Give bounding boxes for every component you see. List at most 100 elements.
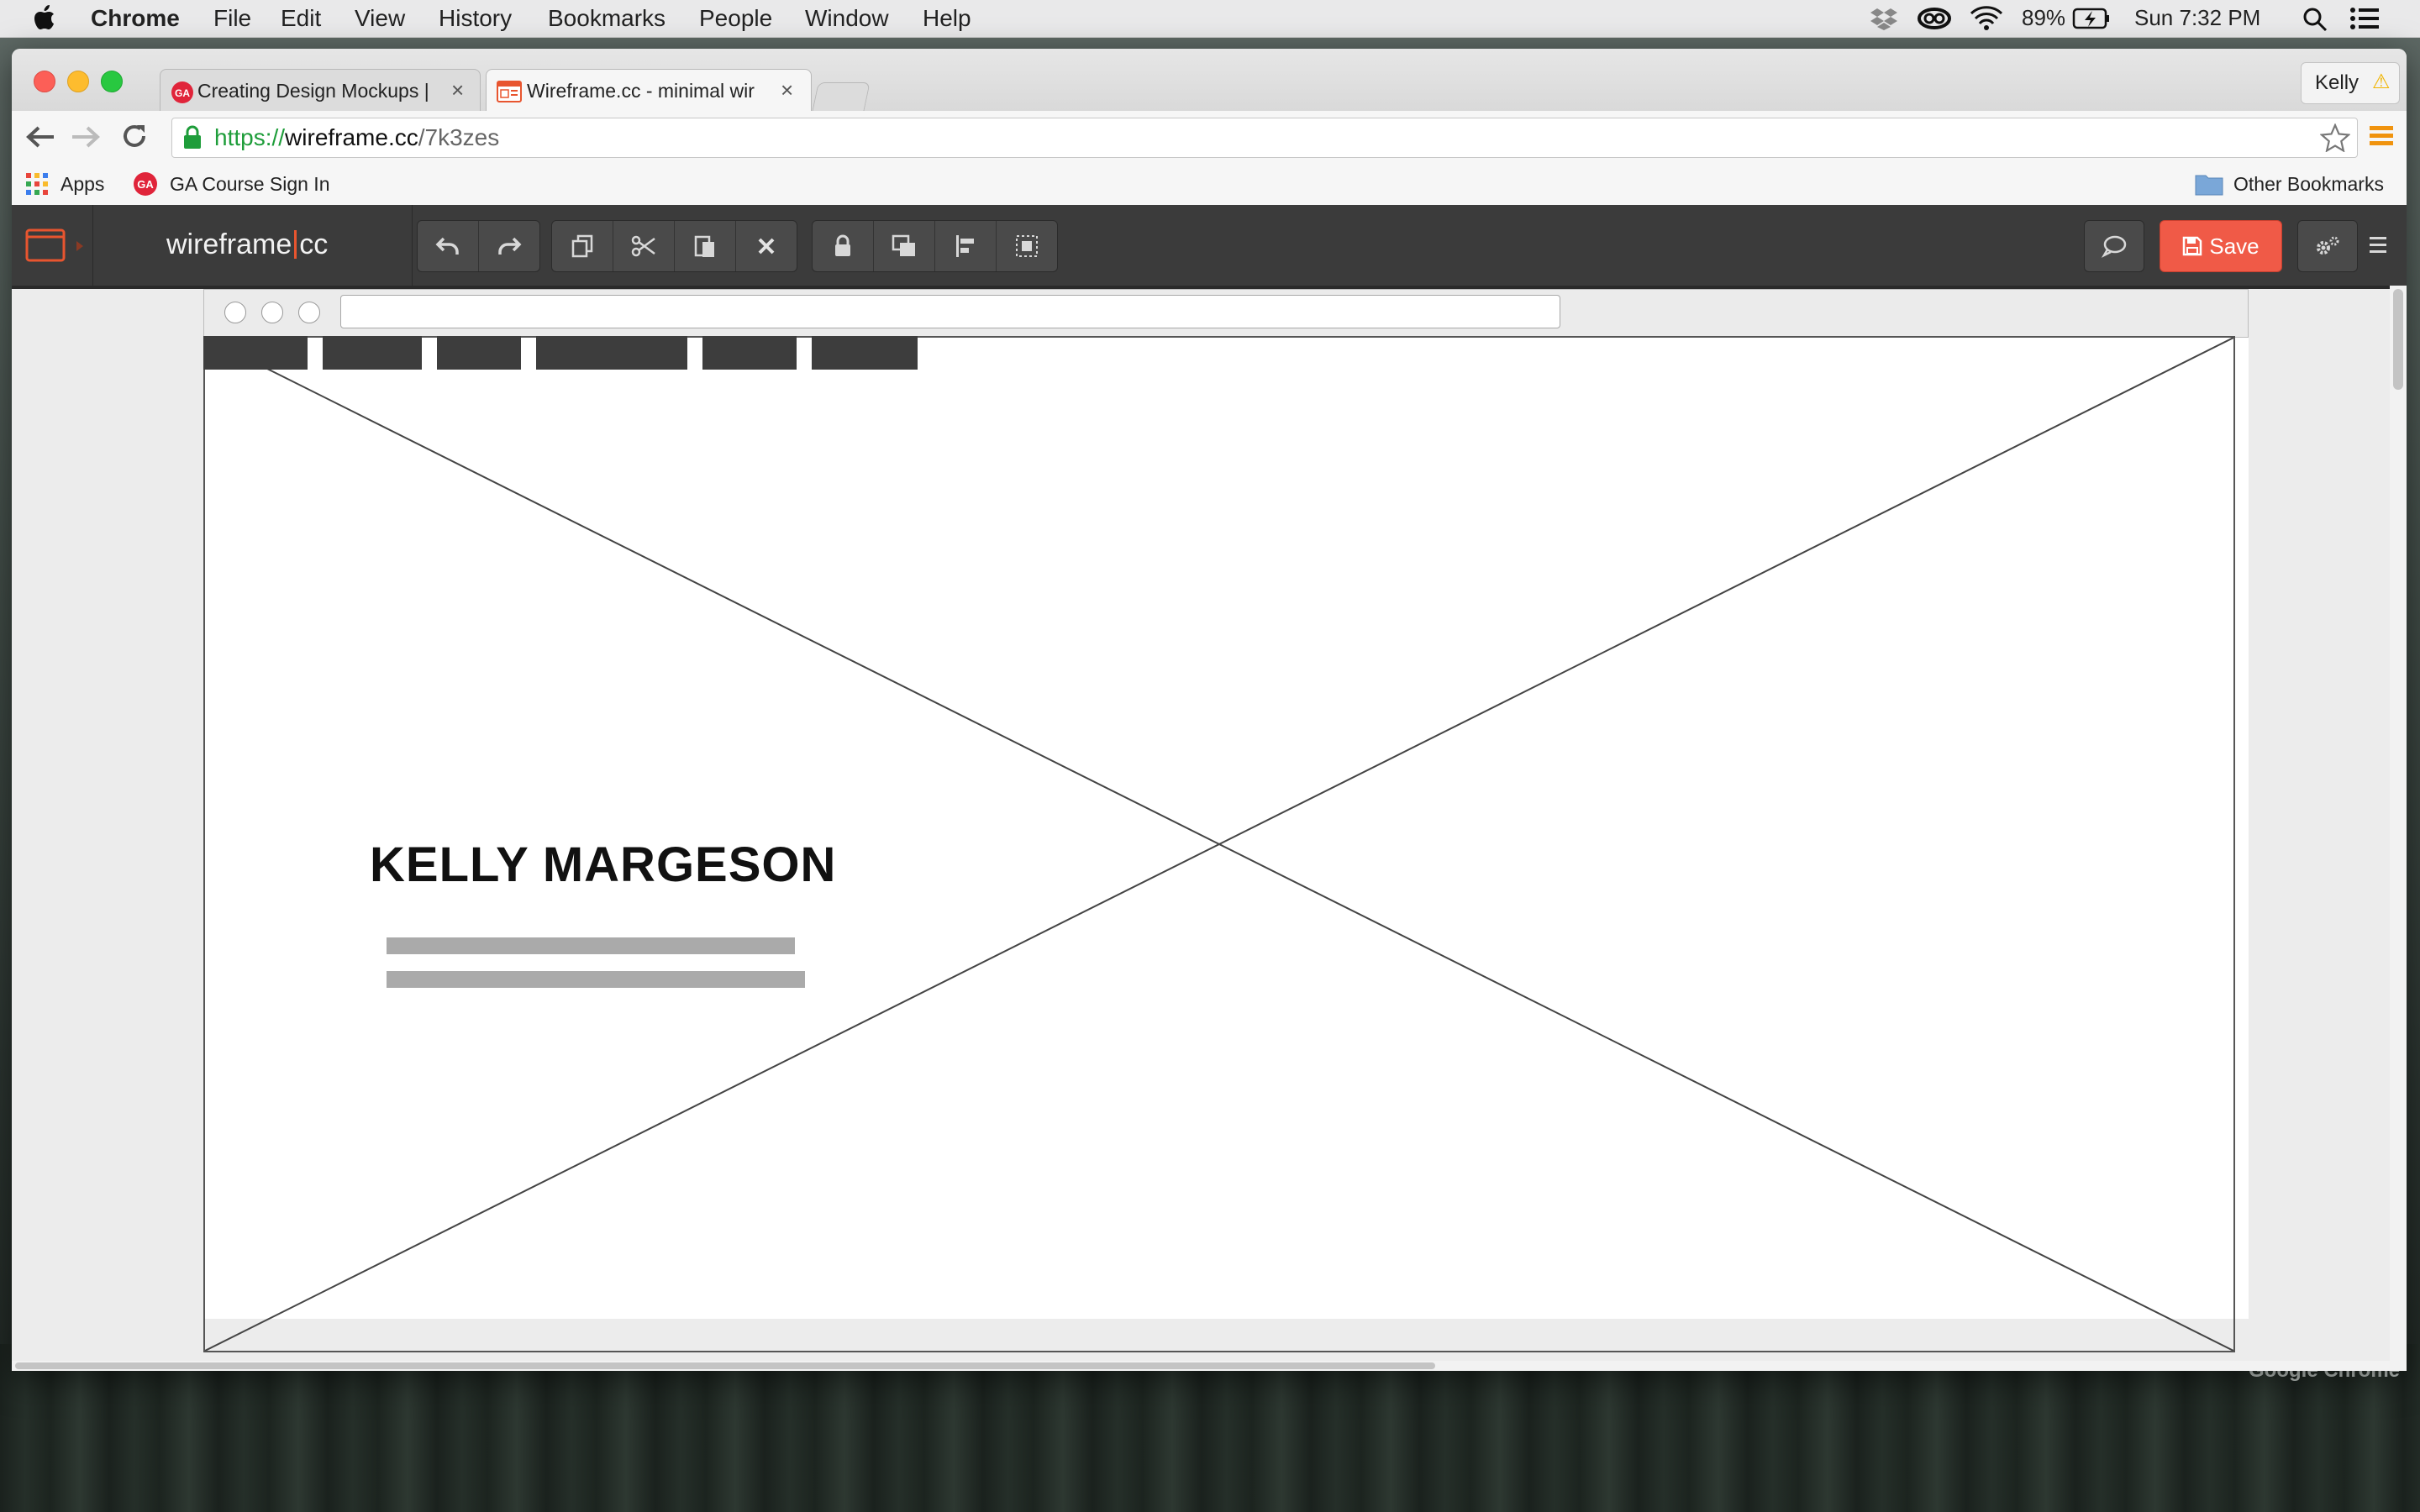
battery-percent: 89%	[2022, 5, 2066, 30]
mock-nav-item[interactable]	[323, 336, 422, 370]
bring-to-front-button[interactable]	[874, 221, 935, 271]
menu-help[interactable]: Help	[923, 5, 971, 32]
mock-window-dot	[224, 302, 246, 323]
menubar-clock[interactable]: Sun 7:32 PM	[2134, 5, 2260, 31]
notification-center-icon[interactable]	[2349, 7, 2380, 30]
group-button[interactable]	[997, 221, 1057, 271]
paste-button[interactable]	[675, 221, 736, 271]
wireframe-canvas[interactable]: KELLY MARGESON	[12, 289, 2390, 1371]
browser-frame-icon	[25, 228, 66, 262]
close-window-button[interactable]	[34, 71, 55, 92]
mock-nav-item[interactable]	[812, 336, 918, 370]
url-scheme: https://	[214, 124, 286, 150]
new-tab-button[interactable]	[812, 82, 871, 112]
save-button[interactable]: Save	[2160, 220, 2282, 272]
undo-button[interactable]	[418, 221, 479, 271]
clipboard-tool-group	[551, 220, 797, 272]
tab-strip: GA Creating Design Mockups | × Wireframe…	[12, 49, 2407, 112]
mock-window-dot	[298, 302, 320, 323]
menu-bookmarks[interactable]: Bookmarks	[548, 5, 666, 32]
vertical-scrollbar[interactable]	[2390, 286, 2407, 1371]
url-host: wireframe.cc	[285, 124, 418, 150]
page-panel-toggle[interactable]	[12, 205, 93, 286]
dropbox-icon[interactable]	[1870, 7, 1897, 30]
mock-nav-item[interactable]	[203, 336, 308, 370]
mock-text-line[interactable]	[387, 971, 805, 988]
horizontal-scrollbar[interactable]	[12, 1361, 2390, 1371]
chrome-window: GA Creating Design Mockups | × Wireframe…	[12, 49, 2407, 1371]
tab-close-icon[interactable]: ×	[781, 77, 793, 103]
bookmark-label: GA Course Sign In	[170, 172, 330, 195]
menu-history[interactable]: History	[439, 5, 512, 32]
folder-icon	[2195, 175, 2223, 196]
history-tool-group	[417, 220, 540, 272]
copy-icon	[571, 234, 593, 258]
menu-people[interactable]: People	[699, 5, 772, 32]
chrome-menu-icon[interactable]	[2368, 123, 2395, 150]
apple-logo-icon[interactable]	[34, 5, 55, 30]
tab-close-icon[interactable]: ×	[451, 77, 464, 103]
menu-view[interactable]: View	[355, 5, 405, 32]
arrange-tool-group	[812, 220, 1058, 272]
spotlight-search-icon[interactable]	[2302, 7, 2328, 32]
bookmark-ga-course-sign-in[interactable]: GA GA Course Sign In	[133, 170, 330, 198]
mock-url-field	[340, 295, 1560, 328]
speech-bubble-icon	[2102, 235, 2127, 258]
group-selection-icon	[1016, 235, 1038, 257]
menu-app-name[interactable]: Chrome	[91, 5, 180, 32]
horizontal-scroll-thumb[interactable]	[15, 1362, 1435, 1369]
menu-file[interactable]: File	[213, 5, 251, 32]
secure-lock-icon[interactable]	[182, 125, 203, 150]
mock-nav-item[interactable]	[536, 336, 687, 370]
profile-button[interactable]: Kelly ⚠	[2301, 62, 2400, 104]
profile-name: Kelly	[2315, 71, 2360, 94]
comments-tool-group	[2084, 220, 2144, 272]
wifi-icon[interactable]	[1970, 5, 2003, 32]
paste-icon	[694, 235, 714, 257]
apps-label: Apps	[60, 172, 105, 195]
lock-button[interactable]	[813, 221, 874, 271]
reload-icon[interactable]	[121, 123, 148, 150]
menu-edit[interactable]: Edit	[281, 5, 321, 32]
wireframe-heading[interactable]: KELLY MARGESON	[370, 837, 836, 893]
back-arrow-icon[interactable]	[25, 124, 55, 150]
mock-nav-item[interactable]	[437, 336, 521, 370]
settings-button[interactable]	[2298, 221, 2357, 271]
cut-button[interactable]	[613, 221, 675, 271]
address-bar[interactable]: https://wireframe.cc/7k3zes	[171, 118, 2358, 158]
floppy-disk-icon	[2183, 236, 2202, 256]
mock-nav-item[interactable]	[702, 336, 797, 370]
close-x-icon	[758, 238, 775, 255]
mock-text-line[interactable]	[387, 937, 795, 954]
creative-cloud-icon[interactable]	[1918, 7, 1951, 30]
logo-word: wireframe	[166, 228, 292, 260]
zoom-window-button[interactable]	[101, 71, 123, 92]
tab-creating-design-mockups[interactable]: GA Creating Design Mockups | ×	[160, 69, 481, 112]
browser-toolbar: https://wireframe.cc/7k3zes	[12, 111, 2407, 164]
macos-menu-bar: Chrome File Edit View History Bookmarks …	[0, 0, 2420, 38]
copy-button[interactable]	[552, 221, 613, 271]
comments-button[interactable]	[2085, 221, 2144, 271]
menu-window[interactable]: Window	[805, 5, 889, 32]
bookmark-star-icon[interactable]	[2320, 123, 2350, 152]
logo-text: wireframe cc	[166, 228, 328, 261]
mock-window-dot	[261, 302, 283, 323]
vertical-scroll-thumb[interactable]	[2393, 289, 2403, 390]
minimize-window-button[interactable]	[67, 71, 89, 92]
battery-charging-icon[interactable]	[2072, 7, 2111, 30]
forward-arrow-icon[interactable]	[71, 124, 101, 150]
url-text[interactable]: https://wireframe.cc/7k3zes	[214, 124, 499, 151]
align-button[interactable]	[935, 221, 997, 271]
other-bookmarks[interactable]: Other Bookmarks	[2195, 170, 2384, 198]
apps-bookmark[interactable]: Apps	[25, 171, 104, 197]
wireframe-page[interactable]: KELLY MARGESON	[203, 289, 2249, 1352]
redo-button[interactable]	[479, 221, 539, 271]
logo-suffix: cc	[299, 228, 329, 260]
delete-button[interactable]	[736, 221, 797, 271]
ga-bookmark-badge: GA	[137, 178, 154, 191]
hamburger-menu-icon[interactable]	[2370, 235, 2386, 255]
ga-favicon-icon: GA	[134, 172, 157, 196]
tab-wireframe-cc[interactable]: Wireframe.cc - minimal wir ×	[486, 69, 812, 112]
undo-icon	[435, 237, 459, 255]
mock-browser-bar[interactable]	[203, 289, 2249, 338]
